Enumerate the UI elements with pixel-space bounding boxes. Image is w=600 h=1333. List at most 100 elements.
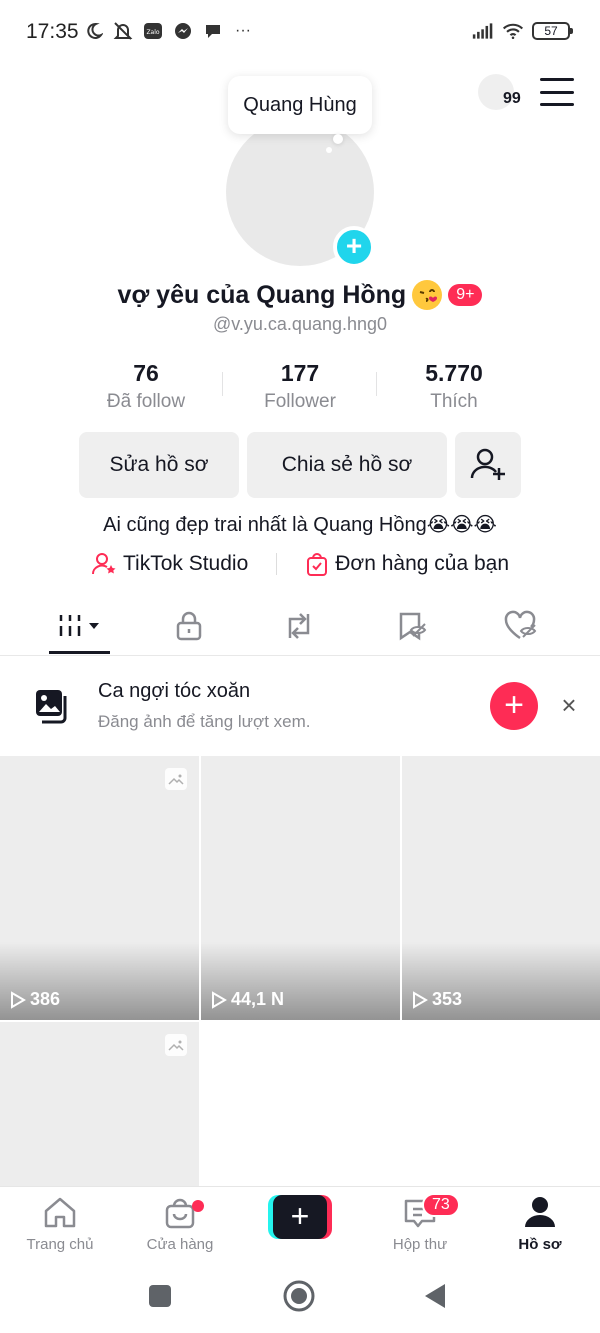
- photo-promo-banner: Ca ngợi tóc xoăn Đăng ảnh để tăng lượt x…: [0, 656, 600, 756]
- home-icon: [44, 1197, 76, 1228]
- grid-item[interactable]: [0, 1022, 199, 1186]
- studio-user-icon: [91, 553, 116, 575]
- home-circle-icon[interactable]: [282, 1279, 316, 1313]
- zalo-icon: Zalo: [142, 20, 164, 42]
- grid-item[interactable]: 44,1 N: [201, 756, 400, 1020]
- status-icons-left: Zalo ···: [82, 20, 254, 42]
- nav-inbox[interactable]: 73 Hộp thư: [360, 1193, 480, 1253]
- more-icon: ···: [235, 22, 251, 39]
- nav-shop[interactable]: Cửa hàng: [120, 1195, 240, 1253]
- menu-line: [540, 90, 574, 94]
- view-count-value: 353: [432, 989, 463, 1009]
- chat-icon: [202, 20, 224, 42]
- orders-label: Đơn hàng của bạn: [335, 552, 509, 575]
- stat-value: 76: [133, 360, 159, 386]
- stat-divider: [222, 372, 223, 396]
- battery-indicator: 57: [532, 22, 573, 40]
- view-count: 353: [412, 989, 462, 1010]
- tab-private[interactable]: [149, 598, 229, 654]
- messenger-icon: [172, 20, 194, 42]
- recents-icon[interactable]: [148, 1284, 172, 1308]
- nav-home-label: Trang chủ: [26, 1236, 94, 1253]
- grid-icon: [59, 615, 99, 636]
- grid-item[interactable]: 386: [0, 756, 199, 1020]
- stat-label: Follower: [264, 391, 336, 412]
- active-tab-indicator: [49, 651, 110, 654]
- nav-home[interactable]: Trang chủ: [0, 1195, 120, 1253]
- stat-followers[interactable]: 177 Follower: [225, 360, 375, 413]
- shop-notification-dot: [192, 1200, 204, 1212]
- repost-icon: [288, 613, 310, 639]
- lock-icon: [176, 611, 202, 641]
- add-friend-button[interactable]: [455, 432, 521, 498]
- photo-badge-icon: [165, 768, 187, 790]
- play-icon: [413, 990, 428, 1009]
- back-icon[interactable]: [422, 1282, 448, 1310]
- stat-value: 5.770: [425, 360, 483, 386]
- display-name: vợ yêu của Quang Hồng: [117, 280, 407, 309]
- view-count-value: 386: [30, 989, 61, 1009]
- status-time: 17:35: [26, 20, 79, 43]
- play-icon: [212, 990, 227, 1009]
- video-grid: 386 44,1 N 353: [0, 756, 600, 1186]
- bio-text: Ai cũng đẹp trai nhất là Quang Hồng😭😭😭: [103, 514, 497, 536]
- view-count: 386: [10, 989, 60, 1010]
- stat-divider: [376, 372, 377, 396]
- name-bubble[interactable]: Quang Hùng: [228, 76, 372, 134]
- profile-icon: [525, 1197, 555, 1227]
- stat-label: Đã follow: [106, 391, 186, 412]
- shop-bag-icon: [165, 1198, 195, 1229]
- nav-profile[interactable]: Hồ sơ: [480, 1195, 600, 1253]
- wifi-icon: [502, 20, 524, 42]
- tab-saved[interactable]: [372, 598, 452, 654]
- bubble-tail: [333, 134, 343, 144]
- view-count: 44,1 N: [211, 989, 284, 1010]
- promo-subtitle: Đăng ảnh để tăng lượt xem.: [98, 712, 311, 731]
- nav-shop-label: Cửa hàng: [146, 1236, 214, 1253]
- share-profile-button[interactable]: Chia sẻ hồ sơ: [247, 432, 447, 498]
- status-bar: 17:35 Zalo ··· 57: [0, 0, 600, 64]
- plus-icon: +: [273, 1195, 327, 1239]
- bubble-tail: [326, 147, 332, 153]
- display-name-row: vợ yêu của Quang Hồng 9+: [0, 280, 600, 310]
- promo-add-button[interactable]: +: [490, 682, 538, 730]
- inbox-badge: 73: [422, 1193, 460, 1217]
- system-navigation: [0, 1260, 600, 1333]
- add-avatar-button[interactable]: +: [333, 226, 375, 268]
- shopping-bag-icon: [307, 553, 328, 576]
- create-button[interactable]: +: [268, 1195, 332, 1239]
- stat-likes[interactable]: 5.770 Thích: [379, 360, 529, 413]
- story-count: 99: [503, 90, 521, 107]
- username[interactable]: @v.yu.ca.quang.hng0: [0, 314, 600, 335]
- play-icon: [11, 990, 26, 1009]
- stat-value: 177: [280, 360, 320, 386]
- nav-profile-label: Hồ sơ: [518, 1236, 562, 1253]
- signal-icon: [472, 20, 494, 42]
- bookmark-hidden-icon: [399, 612, 427, 641]
- tab-liked[interactable]: [481, 598, 561, 654]
- promo-close-button[interactable]: ×: [556, 692, 582, 718]
- promo-title: Ca ngợi tóc xoăn: [98, 680, 251, 702]
- stat-label: Thích: [430, 391, 478, 412]
- grid-item[interactable]: 353: [402, 756, 600, 1020]
- stat-following[interactable]: 76 Đã follow: [71, 360, 221, 413]
- nav-inbox-label: Hộp thư: [392, 1236, 448, 1253]
- menu-button[interactable]: [540, 78, 574, 106]
- tab-reposts[interactable]: [259, 598, 339, 654]
- svg-text:Zalo: Zalo: [146, 29, 159, 36]
- photo-badge-icon: [165, 1034, 187, 1056]
- bottom-navigation: Trang chủ Cửa hàng + 73 Hộp thư Hồ sơ: [0, 1186, 600, 1260]
- tiktok-studio-link[interactable]: TikTok Studio: [91, 551, 248, 577]
- tab-videos[interactable]: [40, 598, 120, 654]
- add-user-icon: [470, 448, 505, 480]
- bell-muted-icon: [112, 20, 134, 42]
- edit-profile-button[interactable]: Sửa hồ sơ: [79, 432, 239, 498]
- view-count-value: 44,1 N: [231, 989, 285, 1009]
- kiss-emoji-icon: [412, 280, 443, 310]
- notification-badge[interactable]: 9+: [448, 284, 483, 306]
- tiktok-studio-label: TikTok Studio: [122, 552, 249, 575]
- profile-links: TikTok Studio Đơn hàng của bạn: [0, 551, 600, 577]
- links-divider: [276, 553, 278, 575]
- orders-link[interactable]: Đơn hàng của bạn: [305, 551, 509, 577]
- menu-line: [540, 78, 574, 81]
